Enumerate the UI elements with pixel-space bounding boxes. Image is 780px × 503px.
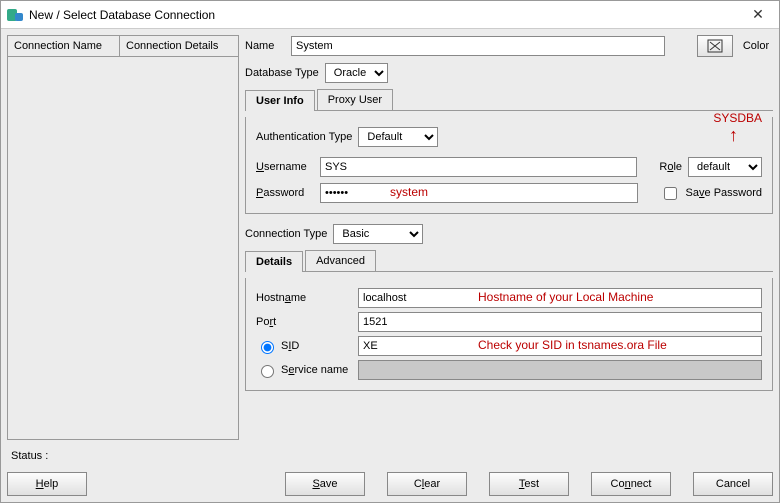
authtype-label: Authentication Type: [256, 131, 352, 143]
dbtype-select[interactable]: Oracle: [325, 63, 388, 83]
username-label: Username: [256, 161, 314, 173]
close-icon[interactable]: ✕: [743, 6, 773, 23]
tab-proxy-user[interactable]: Proxy User: [317, 89, 393, 110]
connect-button[interactable]: Connect: [591, 472, 671, 496]
auth-tabs: User Info Proxy User: [245, 89, 773, 111]
status-bar: Status :: [1, 446, 779, 466]
cancel-button[interactable]: Cancel: [693, 472, 773, 496]
tab-advanced[interactable]: Advanced: [305, 250, 376, 271]
conntype-select[interactable]: Basic: [333, 224, 423, 244]
test-button[interactable]: Test: [489, 472, 569, 496]
hostname-input[interactable]: [358, 288, 762, 308]
service-label: Service name: [281, 364, 348, 376]
user-info-group: SYSDBA ↑ Authentication Type Default Use…: [245, 117, 773, 214]
dialog-window: New / Select Database Connection ✕ Conne…: [0, 0, 780, 503]
service-radio[interactable]: [261, 365, 274, 378]
save-button[interactable]: Save: [285, 472, 365, 496]
button-bar: Help Save Clear Test Connect Cancel: [1, 466, 779, 502]
conn-tabs: Details Advanced: [245, 250, 773, 272]
tab-details[interactable]: Details: [245, 251, 303, 272]
sid-radio[interactable]: [261, 341, 274, 354]
annot-sysdba: SYSDBA: [713, 111, 762, 125]
window-title: New / Select Database Connection: [29, 8, 743, 22]
name-input[interactable]: [291, 36, 665, 56]
username-input[interactable]: [320, 157, 637, 177]
service-radio-row: Service name: [256, 362, 352, 378]
sid-input[interactable]: [358, 336, 762, 356]
status-label: Status :: [11, 450, 48, 462]
color-swatch-icon: [707, 39, 723, 53]
sid-label: SID: [281, 340, 299, 352]
port-label: Port: [256, 316, 352, 328]
details-group: Hostname Hostname of your Local Machine …: [245, 278, 773, 391]
hostname-label: Hostname: [256, 292, 352, 304]
name-label: Name: [245, 40, 285, 52]
dbtype-label: Database Type: [245, 67, 319, 79]
port-input[interactable]: [358, 312, 762, 332]
password-input[interactable]: [320, 183, 638, 203]
password-label: Password: [256, 187, 314, 199]
clear-button[interactable]: Clear: [387, 472, 467, 496]
color-label: Color: [739, 40, 773, 52]
connections-list[interactable]: [7, 57, 239, 440]
connections-panel: Connection Name Connection Details: [7, 35, 239, 440]
color-button[interactable]: [697, 35, 733, 57]
sid-radio-row: SID: [256, 338, 352, 354]
save-password-checkbox[interactable]: [664, 187, 677, 200]
tab-user-info[interactable]: User Info: [245, 90, 315, 111]
col-connection-details[interactable]: Connection Details: [120, 36, 238, 56]
role-label: Role: [659, 161, 682, 173]
titlebar: New / Select Database Connection ✕: [1, 1, 779, 29]
save-password-label: Save Password: [686, 187, 762, 199]
col-connection-name[interactable]: Connection Name: [8, 36, 120, 56]
app-icon: [7, 7, 23, 23]
conntype-label: Connection Type: [245, 228, 327, 240]
authtype-select[interactable]: Default: [358, 127, 438, 147]
role-select[interactable]: default: [688, 157, 762, 177]
service-input: [358, 360, 762, 380]
help-button[interactable]: Help: [7, 472, 87, 496]
